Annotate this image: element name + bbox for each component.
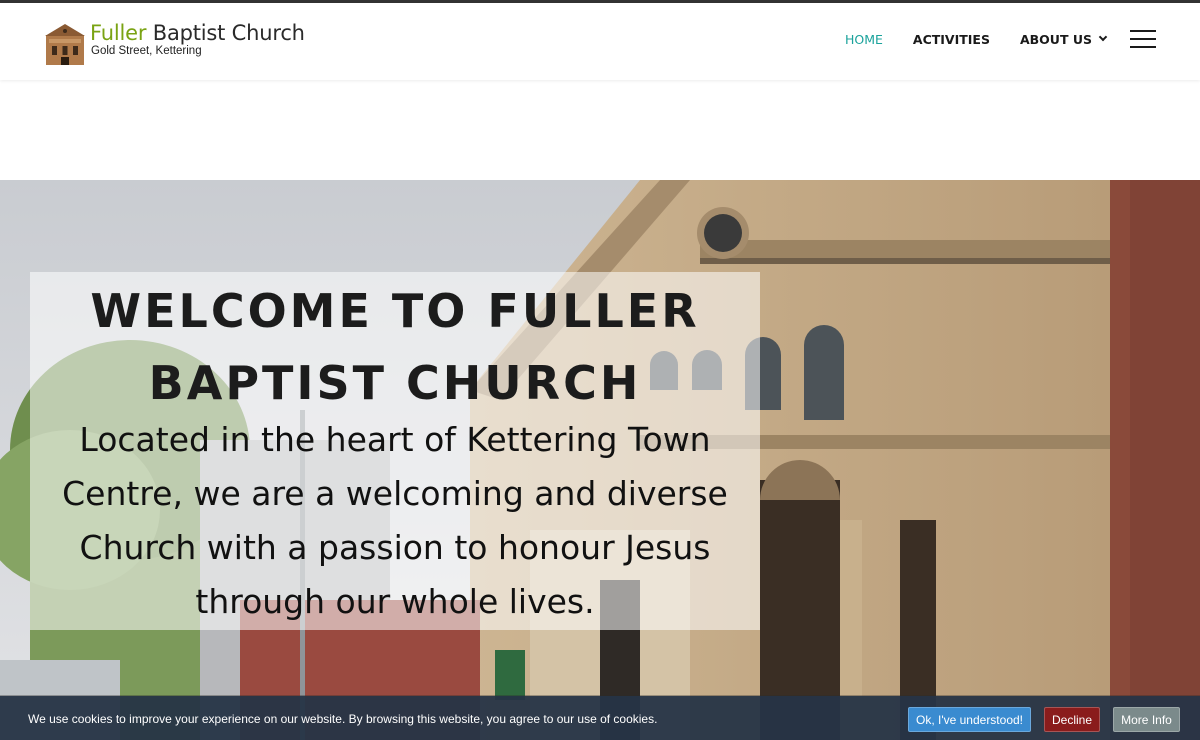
church-logo-icon — [45, 24, 85, 65]
nav-activities[interactable]: ACTIVITIES — [913, 32, 990, 47]
cookie-message: We use cookies to improve your experienc… — [28, 712, 658, 726]
chevron-down-icon — [1098, 32, 1108, 42]
site-logo-link[interactable]: Fuller Baptist Church Gold Street, Kette… — [44, 21, 305, 65]
welcome-panel: WELCOME TO FULLER BAPTIST CHURCH Located… — [30, 272, 760, 630]
hero-banner: WELCOME TO FULLER BAPTIST CHURCH Located… — [0, 180, 1200, 740]
cookie-ok-button[interactable]: Ok, I've understood! — [908, 707, 1031, 732]
logo-title-rest: Baptist Church — [146, 21, 305, 45]
nav-about-us-label: ABOUT US — [1019, 31, 1092, 47]
main-nav: HOME ACTIVITIES ABOUT US — [815, 30, 1156, 48]
nav-about-us[interactable]: ABOUT US — [1019, 31, 1108, 47]
hamburger-icon[interactable] — [1130, 30, 1156, 48]
logo-subtitle: Gold Street, Kettering — [91, 45, 202, 57]
logo-title-accent: Fuller — [90, 21, 147, 45]
nav-home[interactable]: HOME — [845, 32, 883, 47]
hero-text: Located in the heart of Kettering Town C… — [62, 420, 728, 621]
cookie-decline-button[interactable]: Decline — [1044, 707, 1100, 732]
logo-title: Fuller Baptist Church — [90, 21, 305, 45]
hero-title: WELCOME TO FULLER BAPTIST CHURCH — [90, 284, 700, 410]
cookie-more-info-button[interactable]: More Info — [1113, 707, 1180, 732]
cookie-bar: We use cookies to improve your experienc… — [0, 696, 1200, 740]
site-header: Fuller Baptist Church Gold Street, Kette… — [0, 3, 1200, 80]
